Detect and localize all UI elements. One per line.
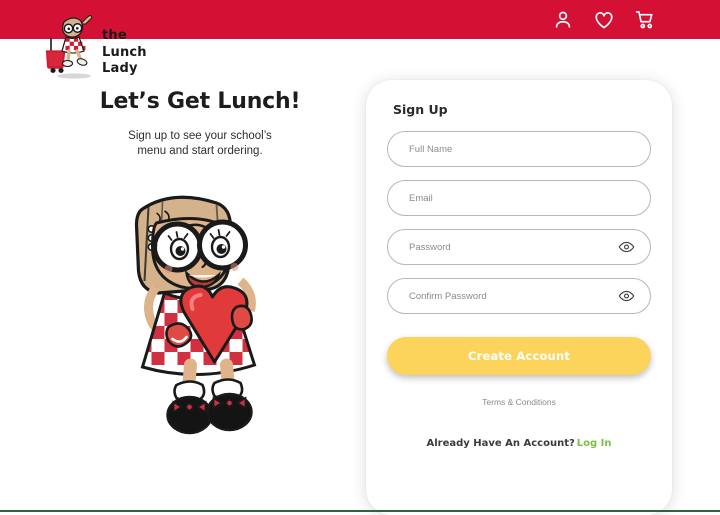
page-subtitle: Sign up to see your school’s menu and st… [40,129,360,159]
confirm-password-field[interactable] [387,278,651,314]
full-name-field[interactable] [387,131,651,167]
logo-line-3: Lady [102,61,138,76]
password-field-wrap [387,229,651,265]
toggle-password-visibility-icon[interactable] [618,239,635,256]
terms-and-conditions-link[interactable]: Terms & Conditions [366,397,672,407]
email-field[interactable] [387,180,651,216]
confirm-password-field-wrap [387,278,651,314]
signup-form [387,131,651,327]
favorites-icon[interactable] [593,9,615,31]
intro-panel: Let’s Get Lunch! Sign up to see your sch… [40,89,360,451]
cart-icon[interactable] [634,9,656,31]
create-account-button[interactable]: Create Account [387,337,651,375]
existing-account-prompt: Already Have An Account? [426,438,575,449]
password-field[interactable] [387,229,651,265]
logo-line-1: the [102,28,127,43]
header-icon-group [552,9,656,31]
footer-divider [0,510,720,512]
subtitle-line-2: menu and start ordering. [137,145,263,157]
site-logo[interactable]: the Lunch Lady [44,12,154,82]
signup-card: Sign Up Full Name Email Password Confirm… [366,80,672,515]
logo-line-2: Lunch [102,44,147,60]
full-name-field-wrap [387,131,651,167]
page-body: Let’s Get Lunch! Sign up to see your sch… [0,39,720,515]
log-in-link[interactable]: Log In [577,438,612,449]
email-field-wrap [387,180,651,216]
subtitle-line-1: Sign up to see your school’s [128,130,272,142]
lunch-lady-holding-heart-illustration [134,195,257,435]
hero-illustration-wrap [40,181,360,451]
page-title: Let’s Get Lunch! [99,89,301,114]
account-icon[interactable] [552,9,574,31]
logo-wordmark: the Lunch Lady [102,28,147,78]
existing-account-row: Already Have An Account? Log In [366,438,672,449]
lunch-lady-logo-mark [45,15,93,79]
toggle-confirm-password-visibility-icon[interactable] [618,288,635,305]
signup-card-title: Sign Up [393,102,448,117]
